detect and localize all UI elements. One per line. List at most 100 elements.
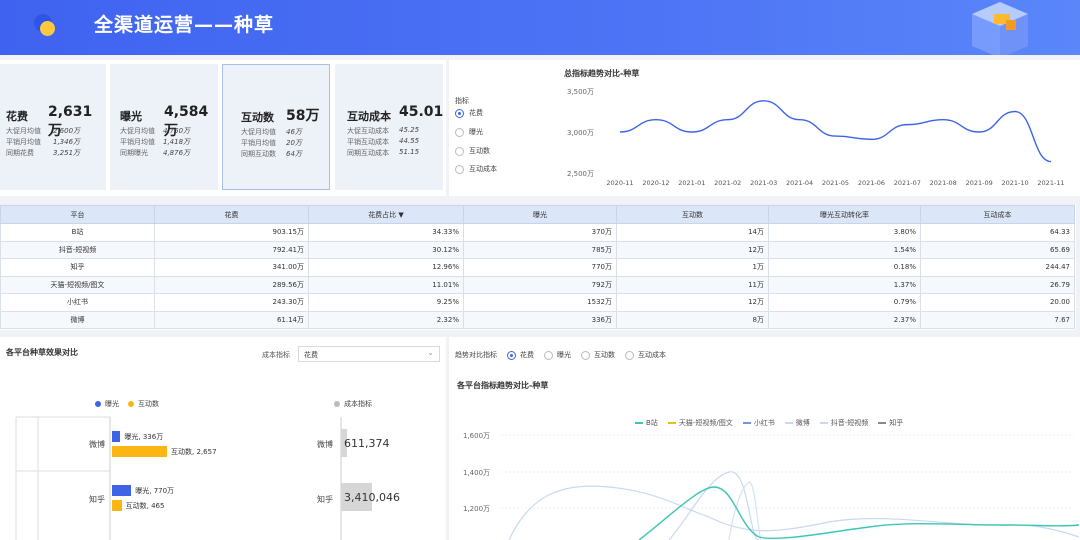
x-tick-label: 2021-01 — [678, 179, 705, 187]
series-line-weibo — [508, 485, 1080, 540]
table-cell: 61.14万 — [154, 310, 309, 329]
kpi-panel: 花费 2,631万 大促月均值 2,600万 平销月均值 1,346万 同期花费… — [0, 60, 446, 196]
table-cell: 11.01% — [308, 275, 464, 294]
x-tick-label: 2021-06 — [858, 179, 885, 187]
col-header-platform[interactable]: 平台 — [0, 205, 155, 224]
table-cell: 244.47 — [920, 258, 1075, 277]
bar-interactions[interactable] — [112, 500, 122, 511]
table-header-row: 平台 花费 花费占比 ▼ 曝光 互动数 曝光互动转化率 互动成本 — [0, 205, 1075, 224]
cost-platform-label-weibo: 微博 — [317, 440, 333, 449]
kpi-card-interactions[interactable]: 互动数 58万 大促月均值 46万 平销月均值 20万 同期互动数 64万 — [222, 64, 330, 190]
bar-interactions[interactable] — [112, 446, 168, 457]
page-title: 全渠道运营——种草 — [94, 14, 275, 36]
x-tick-label: 2021-04 — [786, 179, 813, 187]
cost-platform-label-zhihu: 知乎 — [317, 495, 333, 504]
y-tick-label: 2,500万 — [567, 170, 594, 178]
bar-exposure[interactable] — [112, 485, 132, 496]
table-cell: 64.33 — [920, 223, 1075, 242]
table-cell: 0.79% — [768, 293, 921, 312]
table-cell: 知乎 — [0, 258, 155, 277]
table-cell: 1532万 — [463, 293, 617, 312]
x-tick-label: 2021-11 — [1037, 179, 1064, 187]
table-cell: 1.54% — [768, 240, 921, 259]
kpi-value: 45.01 — [399, 104, 444, 120]
table-row[interactable]: 天猫-短视频/图文 289.56万 11.01% 792万 11万 1.37% 26.79 — [0, 275, 1075, 294]
table-cell: 770万 — [463, 258, 617, 277]
table-cell: 341.00万 — [154, 258, 309, 277]
table-cell: 289.56万 — [154, 275, 309, 294]
total-trend-chart: 3,500万 3,000万 2,500万 2020-11 2020-12 2021-01 2… — [567, 88, 1065, 187]
bar-label: 互动数, 465 — [125, 502, 165, 510]
table-cell: 30.12% — [308, 240, 464, 259]
cost-label: 3,410,046 — [344, 491, 400, 504]
spend-trend-line[interactable] — [619, 100, 1052, 163]
col-header-spend-share[interactable]: 花费占比 ▼ — [308, 205, 464, 224]
x-tick-label: 2021-09 — [966, 179, 993, 187]
table-cell: 370万 — [463, 223, 617, 242]
series-line-redbook — [668, 471, 760, 540]
col-header-interactions[interactable]: 互动数 — [616, 205, 769, 224]
table-cell: 1万 — [616, 258, 769, 277]
table-cell: 2.32% — [308, 310, 464, 329]
x-tick-label: 2021-03 — [750, 179, 777, 187]
table-cell: 3.80% — [768, 223, 921, 242]
y-tick-label: 3,000万 — [567, 129, 594, 137]
table-cell: 792万 — [463, 275, 617, 294]
table-row[interactable]: 知乎 341.00万 12.96% 770万 1万 0.18% 244.47 — [0, 258, 1075, 277]
table-cell: 8万 — [616, 310, 769, 329]
table-cell: 12万 — [616, 293, 769, 312]
table-cell: 20.00 — [920, 293, 1075, 312]
platform-trend-panel: 趋势对比指标 花费 曝光 互动数 互动成本 各平台指标趋势对比-种草 B站 天猫-… — [449, 337, 1080, 540]
x-tick-label: 2021-10 — [1001, 179, 1028, 187]
table-cell: 12.96% — [308, 258, 464, 277]
platform-trend-chart — [501, 434, 1080, 540]
table-cell: 9.25% — [308, 293, 464, 312]
x-tick-label: 2020-11 — [606, 179, 633, 187]
table-cell: 小红书 — [0, 293, 155, 312]
kpi-card-exposure[interactable]: 曝光 4,584万 大促月均值 4,750万 平销月均值 1,418万 同期曝光… — [110, 64, 218, 190]
col-header-exposure[interactable]: 曝光 — [463, 205, 617, 224]
table-cell: 336万 — [463, 310, 617, 329]
table-row[interactable]: B站 903.15万 34.33% 370万 14万 3.80% 64.33 — [0, 223, 1075, 242]
table-cell: 903.15万 — [154, 223, 309, 242]
bar-label: 互动数, 2,657 — [171, 448, 217, 456]
cost-label: 611,374 — [344, 437, 390, 450]
table-cell: 微博 — [0, 310, 155, 329]
bar-exposure[interactable] — [112, 431, 121, 442]
table-cell: 11万 — [616, 275, 769, 294]
table-row[interactable]: 微博 61.14万 2.32% 336万 8万 2.37% 7.67 — [0, 310, 1075, 329]
table-cell: 26.79 — [920, 275, 1075, 294]
x-tick-label: 2020-12 — [642, 179, 669, 187]
col-header-cost[interactable]: 互动成本 — [920, 205, 1075, 224]
logo-icon — [34, 14, 58, 38]
table-cell: B站 — [0, 223, 155, 242]
table-cell: 1.37% — [768, 275, 921, 294]
table-cell: 抖音-短视频 — [0, 240, 155, 259]
kpi-value: 58万 — [286, 108, 320, 124]
table-cell: 天猫-短视频/图文 — [0, 275, 155, 294]
table-row[interactable]: 小红书 243.30万 9.25% 1532万 12万 0.79% 20.00 — [0, 293, 1075, 312]
kpi-card-spend[interactable]: 花费 2,631万 大促月均值 2,600万 平销月均值 1,346万 同期花费… — [0, 64, 106, 190]
table-cell: 7.67 — [920, 310, 1075, 329]
col-header-spend[interactable]: 花费 — [154, 205, 309, 224]
series-line-bilibili — [638, 486, 1080, 540]
y-tick-label: 3,500万 — [567, 88, 594, 96]
table-cell: 2.37% — [768, 310, 921, 329]
bar-label: 曝光, 336万 — [124, 433, 164, 441]
table-cell: 34.33% — [308, 223, 464, 242]
table-row[interactable]: 抖音-短视频 792.41万 30.12% 785万 12万 1.54% 65.69 — [0, 240, 1075, 259]
table-cell: 785万 — [463, 240, 617, 259]
cube-decoration-icon — [972, 2, 1028, 55]
table-cell: 243.30万 — [154, 293, 309, 312]
table-cell: 792.41万 — [154, 240, 309, 259]
platform-label-weibo: 微博 — [89, 440, 105, 449]
platform-compare-panel: 各平台种草效果对比 成本指标 花费 ⌄ 曝光 互动数 成本指标 微博 知乎 微博… — [0, 337, 446, 540]
x-tick-label: 2021-05 — [822, 179, 849, 187]
x-tick-label: 2021-02 — [714, 179, 741, 187]
col-header-conversion[interactable]: 曝光互动转化率 — [768, 205, 921, 224]
table-cell: 65.69 — [920, 240, 1075, 259]
bar-label: 曝光, 770万 — [135, 487, 175, 495]
kpi-card-interaction-cost[interactable]: 互动成本 45.01 大促互动成本 45.25 平销互动成本 44.55 同期互… — [335, 64, 443, 190]
table-cell: 12万 — [616, 240, 769, 259]
x-tick-label: 2021-07 — [894, 179, 921, 187]
